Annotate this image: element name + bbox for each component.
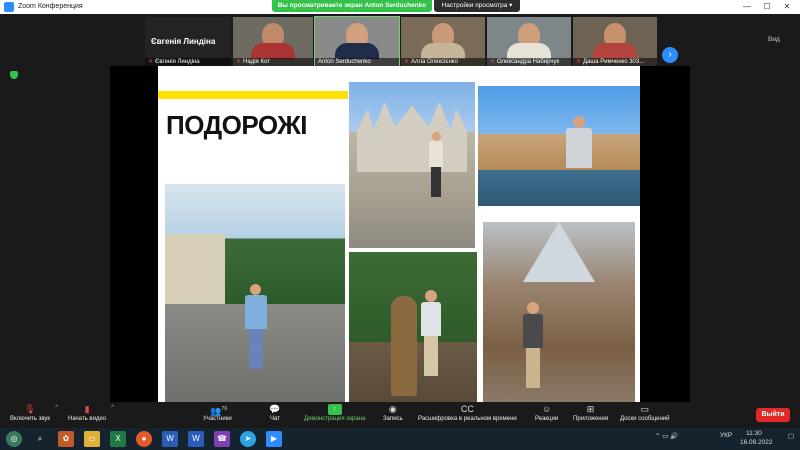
next-page-icon[interactable]: › [662,47,678,63]
mic-muted-icon: ✕ [236,59,242,65]
whiteboards-button[interactable]: ▭ Доски сообщений [620,404,670,422]
mic-off-icon: 🎙 [24,404,36,414]
excel-icon[interactable]: X [110,431,126,447]
unmute-button[interactable]: 🎙 Включить звук ^ [10,404,58,422]
leave-button[interactable]: Выйти [756,408,790,422]
start-icon[interactable]: ◎ [6,431,22,447]
reactions-button[interactable]: ☺ Реакции [535,404,558,422]
app-icon[interactable]: ✿ [58,431,74,447]
view-button[interactable]: Вид [768,36,780,43]
mic-muted-icon: ✕ [576,59,582,65]
word-icon[interactable]: W [162,431,178,447]
photo-mountains [165,184,345,402]
participants-icon: 👥76 [210,406,228,416]
presentation-slide: ПОДОРОЖІ [158,66,640,402]
maximize-button[interactable]: ☐ [757,0,777,14]
chat-button[interactable]: 💬 Чат [268,404,282,422]
live-transcript-button[interactable]: CC Расшифровка в реальном времени [418,404,517,422]
telegram-icon[interactable]: ➤ [240,431,256,447]
participants-count: 76 [221,406,228,412]
participant-tile[interactable]: ✕ Олександра Набирчук [487,17,571,67]
photo-cathedral [349,82,475,248]
participant-tile[interactable]: Євгенія Линдіна ✕ Євгенія Линдіна [145,17,231,67]
participant-tile[interactable]: ✕ Даша Римченко 303... [573,17,657,67]
view-options-button[interactable]: Настройки просмотра ▾ [434,0,520,12]
participant-name: Євгенія Линдіна [155,59,200,65]
system-tray-icons[interactable]: ⌃ ▭ 🔊 [655,432,678,440]
word-doc-icon[interactable]: W [188,431,204,447]
cc-icon: CC [460,404,474,414]
firefox-icon[interactable]: ● [136,431,152,447]
mic-muted-icon: ✕ [404,59,410,65]
camera-off-icon: ▮ [84,404,90,414]
participants-button[interactable]: 👥76 Участники [203,404,232,422]
participant-name: Anton Serduchenko [318,59,371,65]
participant-strip: Євгенія Линдіна ✕ Євгенія Линдіна ✕ Надія … [0,14,800,68]
zoom-taskbar-icon[interactable]: ▶ [266,431,282,447]
mic-muted-icon: ✕ [148,59,154,65]
encryption-shield-icon[interactable] [10,71,18,79]
windows-taskbar: ◎ ⌕ ✿ ▭ X ● W W ☎ ➤ ▶ ⌃ ▭ 🔊 УКР 11:30 16… [0,428,800,450]
participant-name: Олександра Набирчук [497,59,560,65]
participant-name: Даша Римченко 303... [583,59,645,65]
folder-icon[interactable]: ▭ [84,431,100,447]
share-screen-button[interactable]: ↑ Демонстрация экрана [304,404,365,422]
participant-name: Надія Кот [243,59,270,65]
clock-date[interactable]: 16.09.2022 [740,439,773,446]
zoom-app-icon [4,2,14,12]
chevron-up-icon[interactable]: ^ [55,405,58,411]
whiteboard-icon: ▭ [640,404,649,414]
record-button[interactable]: ◉ Запись [383,404,403,422]
language-indicator[interactable]: УКР [720,432,732,439]
window-title: Zoom Конференция [18,3,83,10]
record-icon: ◉ [388,404,397,414]
chevron-up-icon[interactable]: ^ [111,405,114,411]
mic-muted-icon: ✕ [490,59,496,65]
apps-button[interactable]: ⊞ Приложения [573,404,608,422]
share-screen-icon: ↑ [327,404,342,415]
participant-name: Алла Олексієнко [411,59,458,65]
viber-icon[interactable]: ☎ [214,431,230,447]
featured-participant-name: Євгенія Линдіна [151,37,216,46]
title-bar: Zoom Конференция Вы просматриваете экран… [0,0,800,14]
close-window-button[interactable]: ✕ [777,0,797,14]
participant-tile[interactable]: ✕ Алла Олексієнко [401,17,485,67]
slide-title: ПОДОРОЖІ [166,110,307,140]
photo-venice [478,86,640,206]
photo-galleria [483,222,635,402]
share-status-banner: Вы просматриваете экран Anton Serduchenk… [272,0,432,12]
accent-bar [158,91,348,99]
search-icon[interactable]: ⌕ [32,431,48,447]
chat-icon: 💬 [269,404,281,414]
meeting-toolbar: 🎙 Включить звук ^ ▮ Начать видео ^ 👥76 Участн… [0,402,800,428]
participant-tile[interactable]: ✕ Надія Кот [233,17,313,67]
start-video-button[interactable]: ▮ Начать видео ^ [68,404,114,422]
apps-icon: ⊞ [586,404,595,414]
participant-tile[interactable]: Anton Serduchenko [314,16,400,68]
clock-time[interactable]: 11:30 [746,430,762,437]
minimize-button[interactable]: — [737,0,757,14]
notifications-icon[interactable]: ▢ [788,432,794,440]
photo-statue [349,252,477,402]
reactions-icon: ☺ [541,404,552,414]
